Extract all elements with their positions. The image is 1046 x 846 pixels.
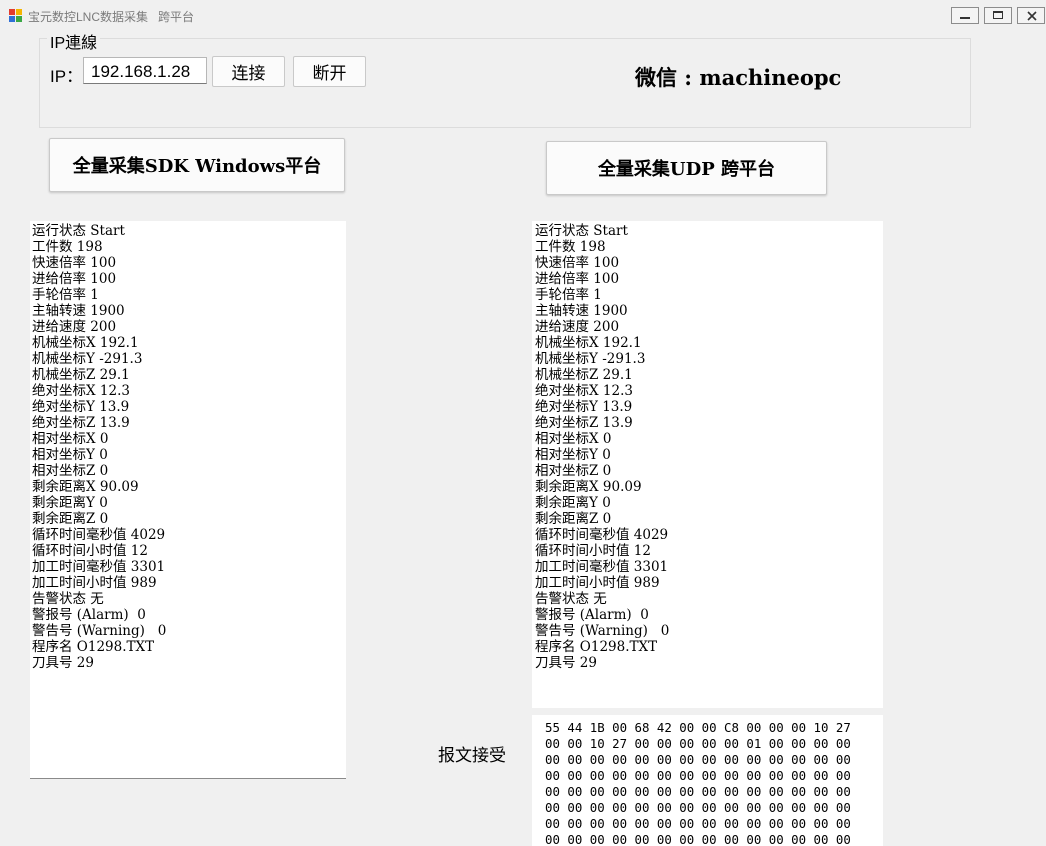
udp-data-line: 相对坐标X 0 <box>535 431 612 447</box>
udp-data-line: 机械坐标Y -291.3 <box>535 351 646 367</box>
sdk-data-textbox[interactable]: 运行状态 Start 工件数 198 快速倍率 100 进给倍率 100 手轮倍率 1主… <box>30 221 346 779</box>
hex-data-line: 00 00 00 00 00 00 00 00 00 00 00 00 00 0… <box>545 768 851 783</box>
hex-data-line: 55 44 1B 00 68 42 00 00 C8 00 00 00 10 2… <box>545 720 851 735</box>
hex-data-line: 00 00 00 00 00 00 00 00 00 00 00 00 00 0… <box>545 752 851 767</box>
minimize-icon <box>960 17 970 19</box>
connect-button[interactable]: 连接 <box>212 56 285 87</box>
close-button[interactable] <box>1017 7 1045 24</box>
sdk-data-line: 进给倍率 100 <box>32 271 117 287</box>
hex-data-line: 00 00 00 00 00 00 00 00 00 00 00 00 00 0… <box>545 816 851 831</box>
wechat-contact: 微信 : machineopc <box>635 65 842 90</box>
udp-data-line: 剩余距离Z 0 <box>535 511 612 527</box>
sdk-data-line: 机械坐标X 192.1 <box>32 335 139 351</box>
sdk-data-line: 相对坐标Z 0 <box>32 463 109 479</box>
udp-data-line: 刀具号 29 <box>535 655 597 671</box>
sdk-data-line: 主轴转速 1900 <box>32 303 125 319</box>
udp-data-line: 警报号 (Alarm) 0 <box>535 607 649 623</box>
sdk-data-line: 剩余距离X 90.09 <box>32 479 139 495</box>
udp-data-line: 警告号 (Warning) 0 <box>535 623 670 639</box>
ip-group-title: IP連線 <box>47 29 101 53</box>
sdk-data-line: 绝对坐标Y 13.9 <box>32 399 130 415</box>
hex-data-line: 00 00 00 00 00 00 00 00 00 00 00 00 00 0… <box>545 832 851 846</box>
sdk-data-line: 循环时间小时值 12 <box>32 543 148 559</box>
udp-data-line: 工件数 198 <box>535 239 606 255</box>
udp-data-line: 运行状态 Start <box>535 223 628 239</box>
udp-data-line: 相对坐标Y 0 <box>535 447 611 463</box>
title-bar: 宝元数控LNC数据采集 跨平台 <box>0 0 1046 32</box>
sdk-data-line: 工件数 198 <box>32 239 103 255</box>
udp-data-line: 机械坐标X 192.1 <box>535 335 642 351</box>
sdk-data-line: 警报号 (Alarm) 0 <box>32 607 146 623</box>
receive-label: 报文接受 <box>438 746 506 766</box>
udp-data-textbox[interactable]: 运行状态 Start 工件数 198 快速倍率 100 进给倍率 100 手轮倍率 1主… <box>532 221 883 708</box>
sdk-data-line: 剩余距离Y 0 <box>32 495 108 511</box>
udp-data-line: 相对坐标Z 0 <box>535 463 612 479</box>
sdk-data-line: 刀具号 29 <box>32 655 94 671</box>
sdk-data-line: 剩余距离Z 0 <box>32 511 109 527</box>
sdk-data-line: 相对坐标X 0 <box>32 431 109 447</box>
udp-data-line: 循环时间小时值 12 <box>535 543 651 559</box>
sdk-data-line: 加工时间小时值 989 <box>32 575 157 591</box>
sdk-data-line: 快速倍率 100 <box>32 255 117 271</box>
udp-collect-button[interactable]: 全量采集UDP 跨平台 <box>546 141 827 195</box>
ip-address-input[interactable] <box>83 57 207 84</box>
sdk-data-line: 绝对坐标X 12.3 <box>32 383 130 399</box>
app-window-icon[interactable] <box>9 9 23 23</box>
ip-label: IP： <box>50 67 84 86</box>
udp-data-line: 进给速度 200 <box>535 319 620 335</box>
minimize-button[interactable] <box>951 7 979 24</box>
udp-data-line: 绝对坐标Z 13.9 <box>535 415 633 431</box>
window-title: 宝元数控LNC数据采集 跨平台 <box>28 10 195 24</box>
udp-data-line: 加工时间毫秒值 3301 <box>535 559 669 575</box>
close-icon <box>1026 9 1038 21</box>
udp-data-line: 剩余距离Y 0 <box>535 495 611 511</box>
udp-data-line: 剩余距离X 90.09 <box>535 479 642 495</box>
sdk-data-line: 机械坐标Y -291.3 <box>32 351 143 367</box>
sdk-data-line: 相对坐标Y 0 <box>32 447 108 463</box>
hex-data-line: 00 00 00 00 00 00 00 00 00 00 00 00 00 0… <box>545 784 851 799</box>
udp-data-line: 告警状态 无 <box>535 591 607 607</box>
sdk-data-line: 手轮倍率 1 <box>32 287 99 303</box>
hex-data-line: 00 00 00 00 00 00 00 00 00 00 00 00 00 0… <box>545 800 851 815</box>
sdk-data-line: 加工时间毫秒值 3301 <box>32 559 166 575</box>
udp-data-line: 绝对坐标Y 13.9 <box>535 399 633 415</box>
hex-data-line: 00 00 10 27 00 00 00 00 00 01 00 00 00 0… <box>545 736 851 751</box>
udp-data-line: 加工时间小时值 989 <box>535 575 660 591</box>
sdk-data-line: 绝对坐标Z 13.9 <box>32 415 130 431</box>
maximize-button[interactable] <box>984 7 1012 24</box>
udp-data-line: 程序名 O1298.TXT <box>535 639 658 655</box>
udp-data-line: 快速倍率 100 <box>535 255 620 271</box>
sdk-data-line: 进给速度 200 <box>32 319 117 335</box>
maximize-icon <box>993 11 1003 19</box>
udp-data-line: 绝对坐标X 12.3 <box>535 383 633 399</box>
sdk-collect-button[interactable]: 全量采集SDK Windows平台 <box>49 138 345 192</box>
disconnect-button[interactable]: 断开 <box>293 56 366 87</box>
udp-data-line: 进给倍率 100 <box>535 271 620 287</box>
sdk-data-line: 机械坐标Z 29.1 <box>32 367 130 383</box>
udp-data-line: 主轴转速 1900 <box>535 303 628 319</box>
hex-receive-textbox[interactable]: 55 44 1B 00 68 42 00 00 C8 00 00 00 10 2… <box>532 715 883 846</box>
sdk-data-line: 程序名 O1298.TXT <box>32 639 155 655</box>
sdk-data-line: 告警状态 无 <box>32 591 104 607</box>
sdk-data-line: 运行状态 Start <box>32 223 125 239</box>
sdk-data-line: 警告号 (Warning) 0 <box>32 623 167 639</box>
udp-data-line: 循环时间毫秒值 4029 <box>535 527 669 543</box>
udp-data-line: 手轮倍率 1 <box>535 287 602 303</box>
udp-data-line: 机械坐标Z 29.1 <box>535 367 633 383</box>
sdk-data-line: 循环时间毫秒值 4029 <box>32 527 166 543</box>
